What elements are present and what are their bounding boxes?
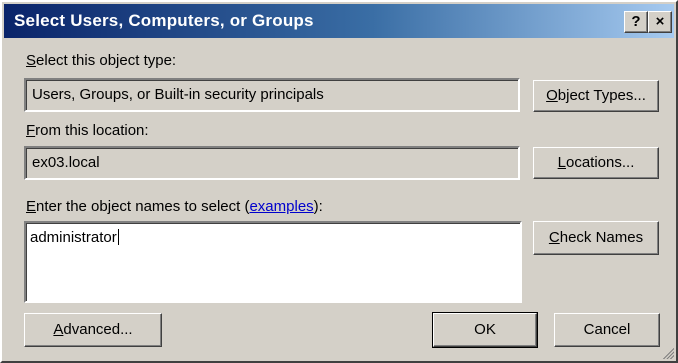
advanced-button[interactable]: Advanced... <box>24 313 162 347</box>
resize-grip-icon[interactable] <box>660 345 674 359</box>
object-names-value: administrator <box>30 229 117 246</box>
locations-button[interactable]: Locations... <box>533 147 659 179</box>
dialog-title: Select Users, Computers, or Groups <box>14 11 314 30</box>
title-bar[interactable]: Select Users, Computers, or Groups ? × <box>4 4 674 38</box>
location-label: From this location: <box>26 122 149 139</box>
close-button[interactable]: × <box>648 11 672 33</box>
cancel-button[interactable]: Cancel <box>554 313 660 347</box>
examples-link[interactable]: examples <box>249 198 313 215</box>
select-users-dialog: Select Users, Computers, or Groups ? × S… <box>0 0 678 363</box>
object-names-input[interactable]: administrator <box>24 221 522 303</box>
object-types-button[interactable]: Object Types... <box>533 80 659 112</box>
object-type-field: Users, Groups, or Built-in security prin… <box>24 78 520 112</box>
help-button[interactable]: ? <box>624 11 648 33</box>
check-names-button[interactable]: Check Names <box>533 221 659 255</box>
text-caret <box>117 229 119 245</box>
object-type-label: Select this object type: <box>26 52 177 69</box>
ok-button[interactable]: OK <box>432 312 538 348</box>
location-field: ex03.local <box>24 146 520 180</box>
object-names-label: Enter the object names to select (exampl… <box>26 198 323 215</box>
